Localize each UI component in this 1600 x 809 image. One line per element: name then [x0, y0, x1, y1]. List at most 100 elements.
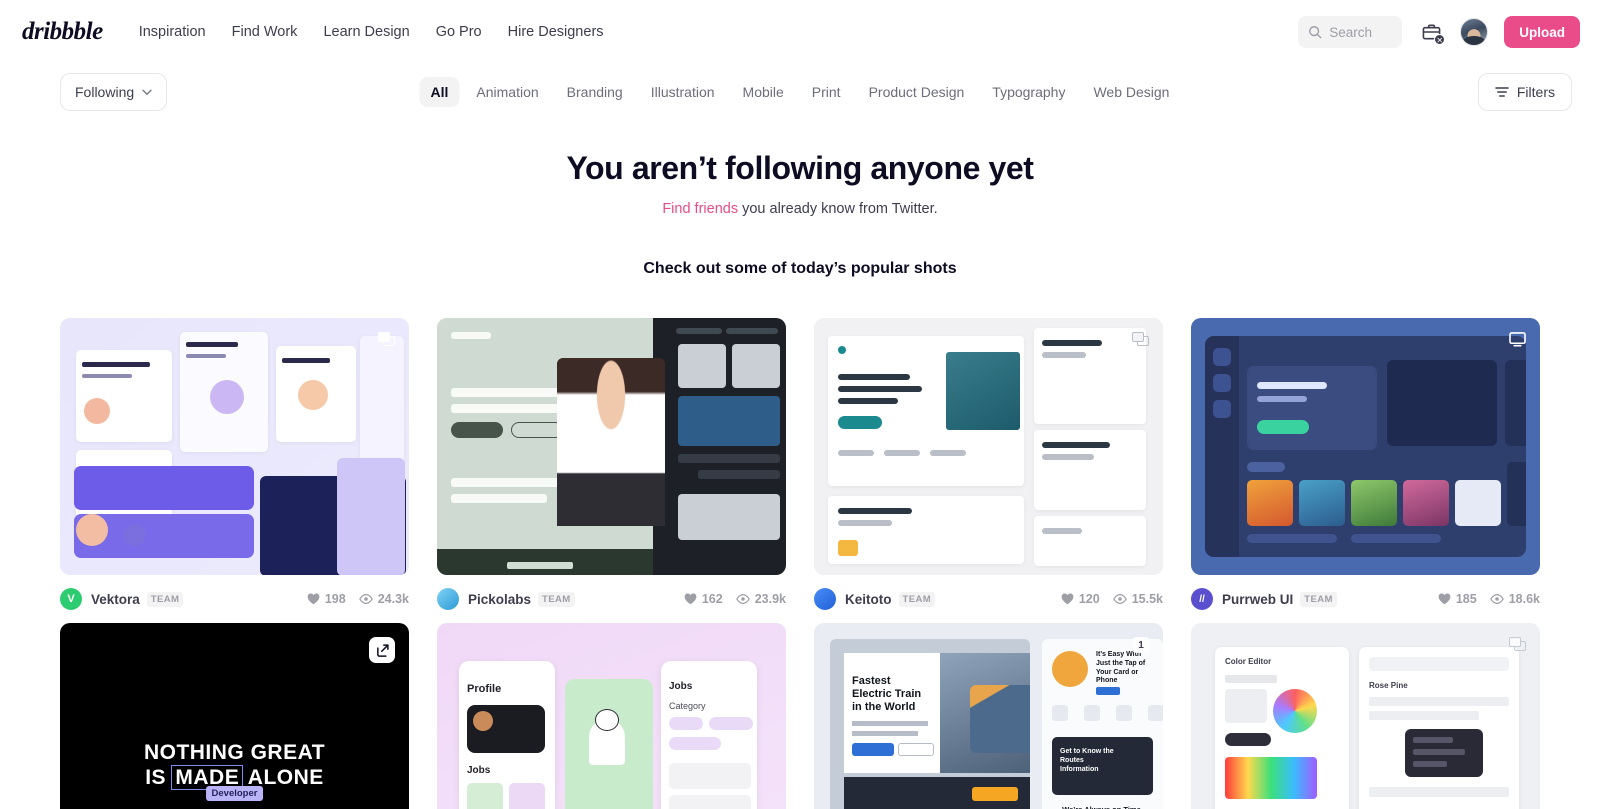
shot-artwork: Color Editor Rose Pine: [1191, 623, 1540, 809]
multiple-shots-icon: [1132, 332, 1149, 346]
external-link-glyph: [376, 643, 389, 657]
following-dropdown[interactable]: Following: [60, 73, 168, 111]
shot-thumbnail[interactable]: Profile Jobs Jobs Category Do it.: [437, 623, 786, 809]
upload-button[interactable]: Upload: [1504, 16, 1580, 48]
heart-icon: [684, 593, 697, 605]
artwork-routes-title: Get to Know the Routes Information: [1060, 748, 1114, 774]
team-badge: TEAM: [146, 591, 184, 607]
likes-count: 120: [1078, 592, 1100, 606]
author-avatar[interactable]: //: [1191, 588, 1213, 610]
popular-shots-heading: Check out some of today’s popular shots: [643, 260, 957, 277]
briefcase-close-badge[interactable]: ✕: [1434, 34, 1446, 45]
views-count: 24.3k: [377, 592, 409, 606]
nav-item-find-work[interactable]: Find Work: [232, 24, 298, 40]
author-name[interactable]: Pickolabs: [468, 592, 531, 607]
author-name[interactable]: Keitoto: [845, 592, 892, 607]
tab-illustration[interactable]: Illustration: [640, 77, 726, 107]
author-avatar[interactable]: V: [60, 588, 82, 610]
shot-thumbnail[interactable]: NOTHING GREAT IS MADE ALONE Developer: [60, 623, 409, 809]
briefcase-button[interactable]: ✕: [1418, 18, 1446, 46]
shot-stats: 120 15.5k: [1061, 592, 1163, 606]
tab-typography[interactable]: Typography: [981, 77, 1076, 107]
artwork-label-category: Category: [669, 701, 706, 711]
empty-state-subtitle: Find friends you already know from Twitt…: [0, 201, 1600, 217]
shot-thumbnail[interactable]: Fastest Electric Train in the World It’s…: [814, 623, 1163, 809]
tab-animation[interactable]: Animation: [465, 77, 549, 107]
search-box[interactable]: [1298, 16, 1403, 48]
shot-thumbnail[interactable]: [60, 318, 409, 575]
user-avatar[interactable]: [1460, 18, 1489, 46]
header-actions: ✕ Upload: [1298, 16, 1580, 48]
artwork-label-rose-pine: Rose Pine: [1369, 681, 1408, 690]
shot-artwork: [1191, 318, 1540, 575]
artwork-line-2a: IS: [145, 765, 167, 789]
shot-artwork-text: NOTHING GREAT IS MADE ALONE: [60, 741, 409, 791]
shot-artwork: [814, 318, 1163, 575]
shot-thumbnail[interactable]: [1191, 318, 1540, 575]
likes-stat[interactable]: 198: [307, 592, 346, 606]
shot-thumbnail[interactable]: [814, 318, 1163, 575]
nav-item-hire-designers[interactable]: Hire Designers: [508, 24, 604, 40]
team-badge: TEAM: [1300, 591, 1337, 607]
find-friends-link[interactable]: Find friends: [662, 201, 738, 217]
shot-card: Color Editor Rose Pine: [1191, 623, 1540, 809]
filters-button[interactable]: Filters: [1477, 73, 1572, 111]
tab-branding[interactable]: Branding: [556, 77, 634, 107]
tab-mobile[interactable]: Mobile: [732, 77, 795, 107]
shot-meta: Pickolabs TEAM 162 23.9k: [437, 575, 786, 619]
external-link-icon[interactable]: [369, 637, 395, 663]
search-input[interactable]: [1329, 24, 1392, 40]
shot-card: NOTHING GREAT IS MADE ALONE Developer: [60, 623, 409, 809]
artwork-sub-headline: It’s Easy With Just the Tap of Your Card…: [1096, 651, 1146, 685]
likes-stat[interactable]: 120: [1061, 592, 1100, 606]
shot-artwork: [437, 318, 786, 575]
likes-stat[interactable]: 185: [1438, 592, 1477, 606]
collab-cursor-label: Developer: [205, 786, 264, 801]
team-badge: TEAM: [538, 591, 575, 607]
artwork-ontime: We’re Always on Time, Never Late: [1052, 805, 1153, 809]
nav-item-learn-design[interactable]: Learn Design: [323, 24, 409, 40]
shot-card: Profile Jobs Jobs Category Do it.: [437, 623, 786, 809]
author-avatar[interactable]: [437, 588, 459, 610]
shot-meta: V Vektora TEAM 198 24.3k: [60, 575, 409, 619]
tab-print[interactable]: Print: [801, 77, 852, 107]
search-icon: [1309, 26, 1322, 39]
likes-stat[interactable]: 162: [684, 592, 723, 606]
tab-web-design[interactable]: Web Design: [1082, 77, 1180, 107]
shot-card: Pickolabs TEAM 162 23.9k: [437, 318, 786, 619]
eye-icon: [358, 594, 373, 604]
shot-card: V Vektora TEAM 198 24.3k: [60, 318, 409, 619]
shot-thumbnail[interactable]: [437, 318, 786, 575]
shot-artwork: NOTHING GREAT IS MADE ALONE Developer: [60, 623, 409, 809]
primary-nav: Inspiration Find Work Learn Design Go Pr…: [139, 24, 604, 40]
shot-stats: 162 23.9k: [684, 592, 786, 606]
empty-state: You aren’t following anyone yet Find fri…: [0, 150, 1600, 217]
shot-artwork: Profile Jobs Jobs Category Do it.: [437, 623, 786, 809]
tab-product-design[interactable]: Product Design: [858, 77, 976, 107]
artwork-label-jobs: Jobs: [467, 765, 491, 776]
author-avatar[interactable]: [814, 588, 836, 610]
views-stat: 24.3k: [358, 592, 409, 606]
artwork-headline: Fastest Electric Train in the World: [852, 675, 922, 714]
shot-meta: // Purrweb UI TEAM 185 18.6k: [1191, 575, 1540, 619]
multiple-shots-icon: [1509, 637, 1526, 651]
views-count: 18.6k: [1508, 592, 1540, 606]
author-name[interactable]: Purrweb UI: [1222, 592, 1293, 607]
artwork-label-color-editor: Color Editor: [1225, 657, 1272, 666]
shot-grid-row-1: V Vektora TEAM 198 24.3k Pickolabs TEAM …: [0, 318, 1600, 619]
artwork-line-1: NOTHING GREAT: [143, 741, 326, 764]
author-name[interactable]: Vektora: [91, 592, 140, 607]
nav-item-inspiration[interactable]: Inspiration: [139, 24, 206, 40]
nav-item-go-pro[interactable]: Go Pro: [436, 24, 482, 40]
multiple-shots-icon: [378, 332, 395, 346]
shot-artwork: [60, 318, 409, 575]
filters-icon: [1495, 87, 1509, 97]
shot-stats: 198 24.3k: [307, 592, 409, 606]
eye-icon: [1489, 594, 1504, 604]
shot-thumbnail[interactable]: Color Editor Rose Pine: [1191, 623, 1540, 809]
tab-all[interactable]: All: [419, 77, 460, 107]
dribbble-logo[interactable]: dribbble: [22, 18, 103, 46]
page-title: You aren’t following anyone yet: [566, 150, 1034, 186]
filters-label: Filters: [1516, 84, 1555, 100]
site-header: dribbble Inspiration Find Work Learn Des…: [0, 0, 1600, 64]
